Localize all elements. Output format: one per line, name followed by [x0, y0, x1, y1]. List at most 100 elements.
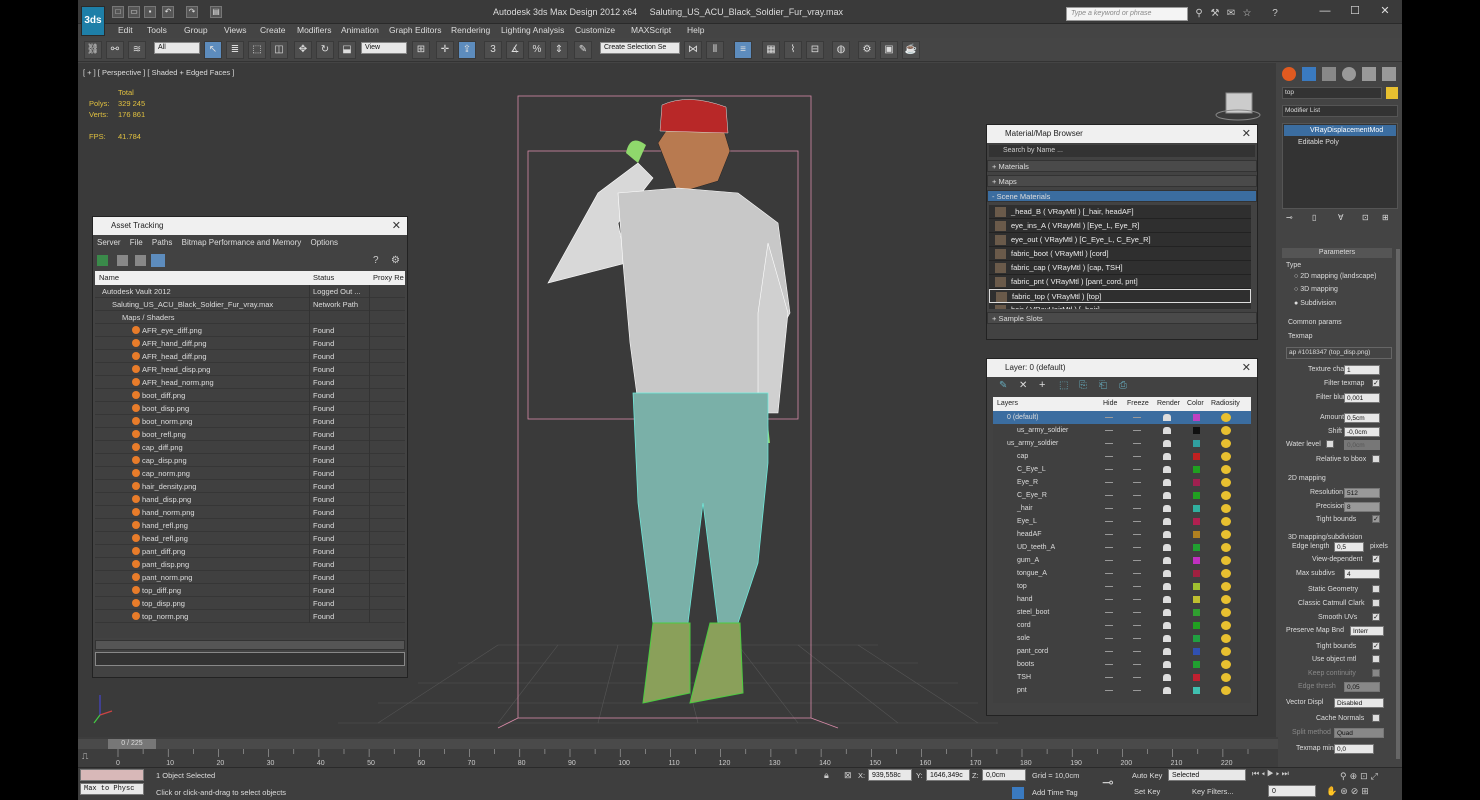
hide-toggle[interactable] — [1105, 638, 1113, 639]
create-tab-icon[interactable] — [1282, 67, 1296, 81]
freeze-toggle[interactable] — [1133, 560, 1141, 561]
pivot-center-icon[interactable]: ⊞ — [412, 41, 430, 59]
asset-tracking-titlebar[interactable]: Asset Tracking ✕ — [93, 217, 407, 235]
menu-views[interactable]: Views — [224, 24, 247, 36]
freeze-toggle[interactable] — [1133, 664, 1141, 665]
freeze-toggle[interactable] — [1133, 638, 1141, 639]
remove-modifier-icon[interactable]: ⊡ — [1362, 213, 1369, 222]
material-item[interactable]: eye_out ( VRayMtl ) [C_Eye_L, C_Eye_R] — [989, 233, 1251, 247]
material-item[interactable]: fabric_boot ( VRayMtl ) [cord] — [989, 247, 1251, 261]
radiosity-icon[interactable] — [1221, 595, 1231, 604]
edge-thresh-spinner[interactable]: 0,05 — [1344, 682, 1380, 692]
water-level-checkbox[interactable] — [1326, 440, 1334, 448]
type-3d-radio[interactable]: ○ 3D mapping — [1294, 286, 1338, 293]
material-item[interactable]: fabric_pnt ( VRayMtl ) [pant_cord, pnt] — [989, 275, 1251, 289]
col-proxy[interactable]: Proxy Re — [373, 271, 404, 285]
split-method-dropdown[interactable]: Quad — [1334, 728, 1384, 738]
list-view-icon[interactable] — [117, 255, 128, 266]
radiosity-icon[interactable] — [1221, 491, 1231, 500]
search-by-name-input[interactable]: Search by Name ... — [989, 145, 1255, 157]
render-production-icon[interactable]: ☕ — [902, 41, 920, 59]
freeze-toggle[interactable] — [1133, 417, 1141, 418]
material-item[interactable]: _head_B ( VRayMtl ) [_hair, headAF] — [989, 205, 1251, 219]
water-level-spinner[interactable]: 0,0cm — [1344, 440, 1380, 450]
object-name-field[interactable]: top — [1282, 87, 1382, 99]
object-color-swatch[interactable] — [1386, 87, 1398, 99]
z-coord-field[interactable]: 0,0cm — [982, 769, 1026, 781]
asset-row[interactable]: top_norm.png Found — [95, 610, 405, 623]
asset-row[interactable]: cap_norm.png Found — [95, 467, 405, 480]
auto-key-button[interactable]: Auto Key — [1132, 771, 1162, 780]
favorites-icon[interactable]: ☆ — [1240, 7, 1254, 21]
hide-toggle[interactable] — [1105, 443, 1113, 444]
open-file-icon[interactable]: ▭ — [128, 6, 140, 18]
hide-toggle[interactable] — [1105, 690, 1113, 691]
freeze-toggle[interactable] — [1133, 547, 1141, 548]
asset-row[interactable]: boot_diff.png Found — [95, 389, 405, 402]
key-filters-button[interactable]: Key Filters... — [1192, 787, 1234, 796]
hide-all-icon[interactable]: ⎗ — [1099, 380, 1107, 391]
project-folder-icon[interactable]: ▤ — [210, 6, 222, 18]
angle-snap-icon[interactable]: ∡ — [506, 41, 524, 59]
pin-stack-icon[interactable]: ⊸ — [1286, 213, 1293, 222]
layer-color-swatch[interactable] — [1193, 635, 1200, 642]
rendered-frame-icon[interactable]: ▣ — [880, 41, 898, 59]
parameters-rollout[interactable]: Parameters — [1282, 248, 1392, 258]
scale-icon[interactable]: ⬓ — [338, 41, 356, 59]
curve-editor-icon[interactable]: ⌇ — [784, 41, 802, 59]
type-2d-radio[interactable]: ○ 2D mapping (landscape) — [1294, 273, 1376, 280]
shift-spinner[interactable]: -0,0cm — [1344, 427, 1380, 437]
render-teapot-icon[interactable] — [1163, 518, 1171, 525]
close-icon[interactable]: ✕ — [392, 217, 401, 235]
rect-selection-icon[interactable]: ⬚ — [248, 41, 266, 59]
save-file-icon[interactable]: ▪ — [144, 6, 156, 18]
radiosity-icon[interactable] — [1221, 634, 1231, 643]
render-teapot-icon[interactable] — [1163, 505, 1171, 512]
texmap-min-spinner[interactable]: 0,0 — [1334, 744, 1374, 754]
radiosity-icon[interactable] — [1221, 582, 1231, 591]
freeze-toggle[interactable] — [1133, 508, 1141, 509]
maxscript-listener-top[interactable] — [80, 769, 144, 781]
freeze-toggle[interactable] — [1133, 612, 1141, 613]
radiosity-icon[interactable] — [1221, 530, 1231, 539]
hide-toggle[interactable] — [1105, 534, 1113, 535]
vector-displ-dropdown[interactable]: Disabled — [1334, 698, 1384, 708]
select-manipulate-icon[interactable]: ✛ — [436, 41, 454, 59]
lock-selection-icon[interactable]: 🔒︎ — [824, 770, 829, 781]
col-status[interactable]: Status — [313, 271, 334, 285]
render-teapot-icon[interactable] — [1163, 583, 1171, 590]
col-layers[interactable]: Layers — [997, 397, 1018, 411]
menu-tools[interactable]: Tools — [147, 24, 167, 36]
hide-toggle[interactable] — [1105, 664, 1113, 665]
layer-color-swatch[interactable] — [1193, 557, 1200, 564]
render-teapot-icon[interactable] — [1163, 622, 1171, 629]
radiosity-icon[interactable] — [1221, 569, 1231, 578]
layer-row[interactable]: us_army_soldier — [993, 424, 1251, 437]
asset-row[interactable]: boot_refl.png Found — [95, 428, 405, 441]
hide-toggle[interactable] — [1105, 456, 1113, 457]
radiosity-icon[interactable] — [1221, 413, 1231, 422]
menu-group[interactable]: Group — [184, 24, 208, 36]
utilities-tab-icon[interactable] — [1382, 67, 1396, 81]
percent-snap-icon[interactable]: % — [528, 41, 546, 59]
render-teapot-icon[interactable] — [1163, 492, 1171, 499]
precision-spinner[interactable]: 8 — [1344, 502, 1380, 512]
time-slider-track[interactable]: 0 / 225 — [78, 739, 1278, 749]
edit-named-sel-icon[interactable]: ✎ — [574, 41, 592, 59]
asset-row[interactable]: Maps / Shaders — [95, 311, 405, 324]
layer-color-swatch[interactable] — [1193, 531, 1200, 538]
asset-row[interactable]: hair_density.png Found — [95, 480, 405, 493]
material-item[interactable]: hair ( VRayHairMtl ) [_hair] — [989, 303, 1251, 309]
layer-row[interactable]: C_Eye_R — [993, 489, 1251, 502]
radiosity-icon[interactable] — [1221, 517, 1231, 526]
layer-manager-icon[interactable]: ≡ — [734, 41, 752, 59]
render-teapot-icon[interactable] — [1163, 596, 1171, 603]
material-browser-titlebar[interactable]: Material/Map Browser ✕ — [987, 125, 1257, 143]
app-logo-icon[interactable]: 3ds — [81, 6, 105, 36]
layer-row[interactable]: top — [993, 580, 1251, 593]
hide-toggle[interactable] — [1105, 599, 1113, 600]
freeze-toggle[interactable] — [1133, 456, 1141, 457]
layer-color-swatch[interactable] — [1193, 570, 1200, 577]
render-teapot-icon[interactable] — [1163, 479, 1171, 486]
radiosity-icon[interactable] — [1221, 673, 1231, 682]
